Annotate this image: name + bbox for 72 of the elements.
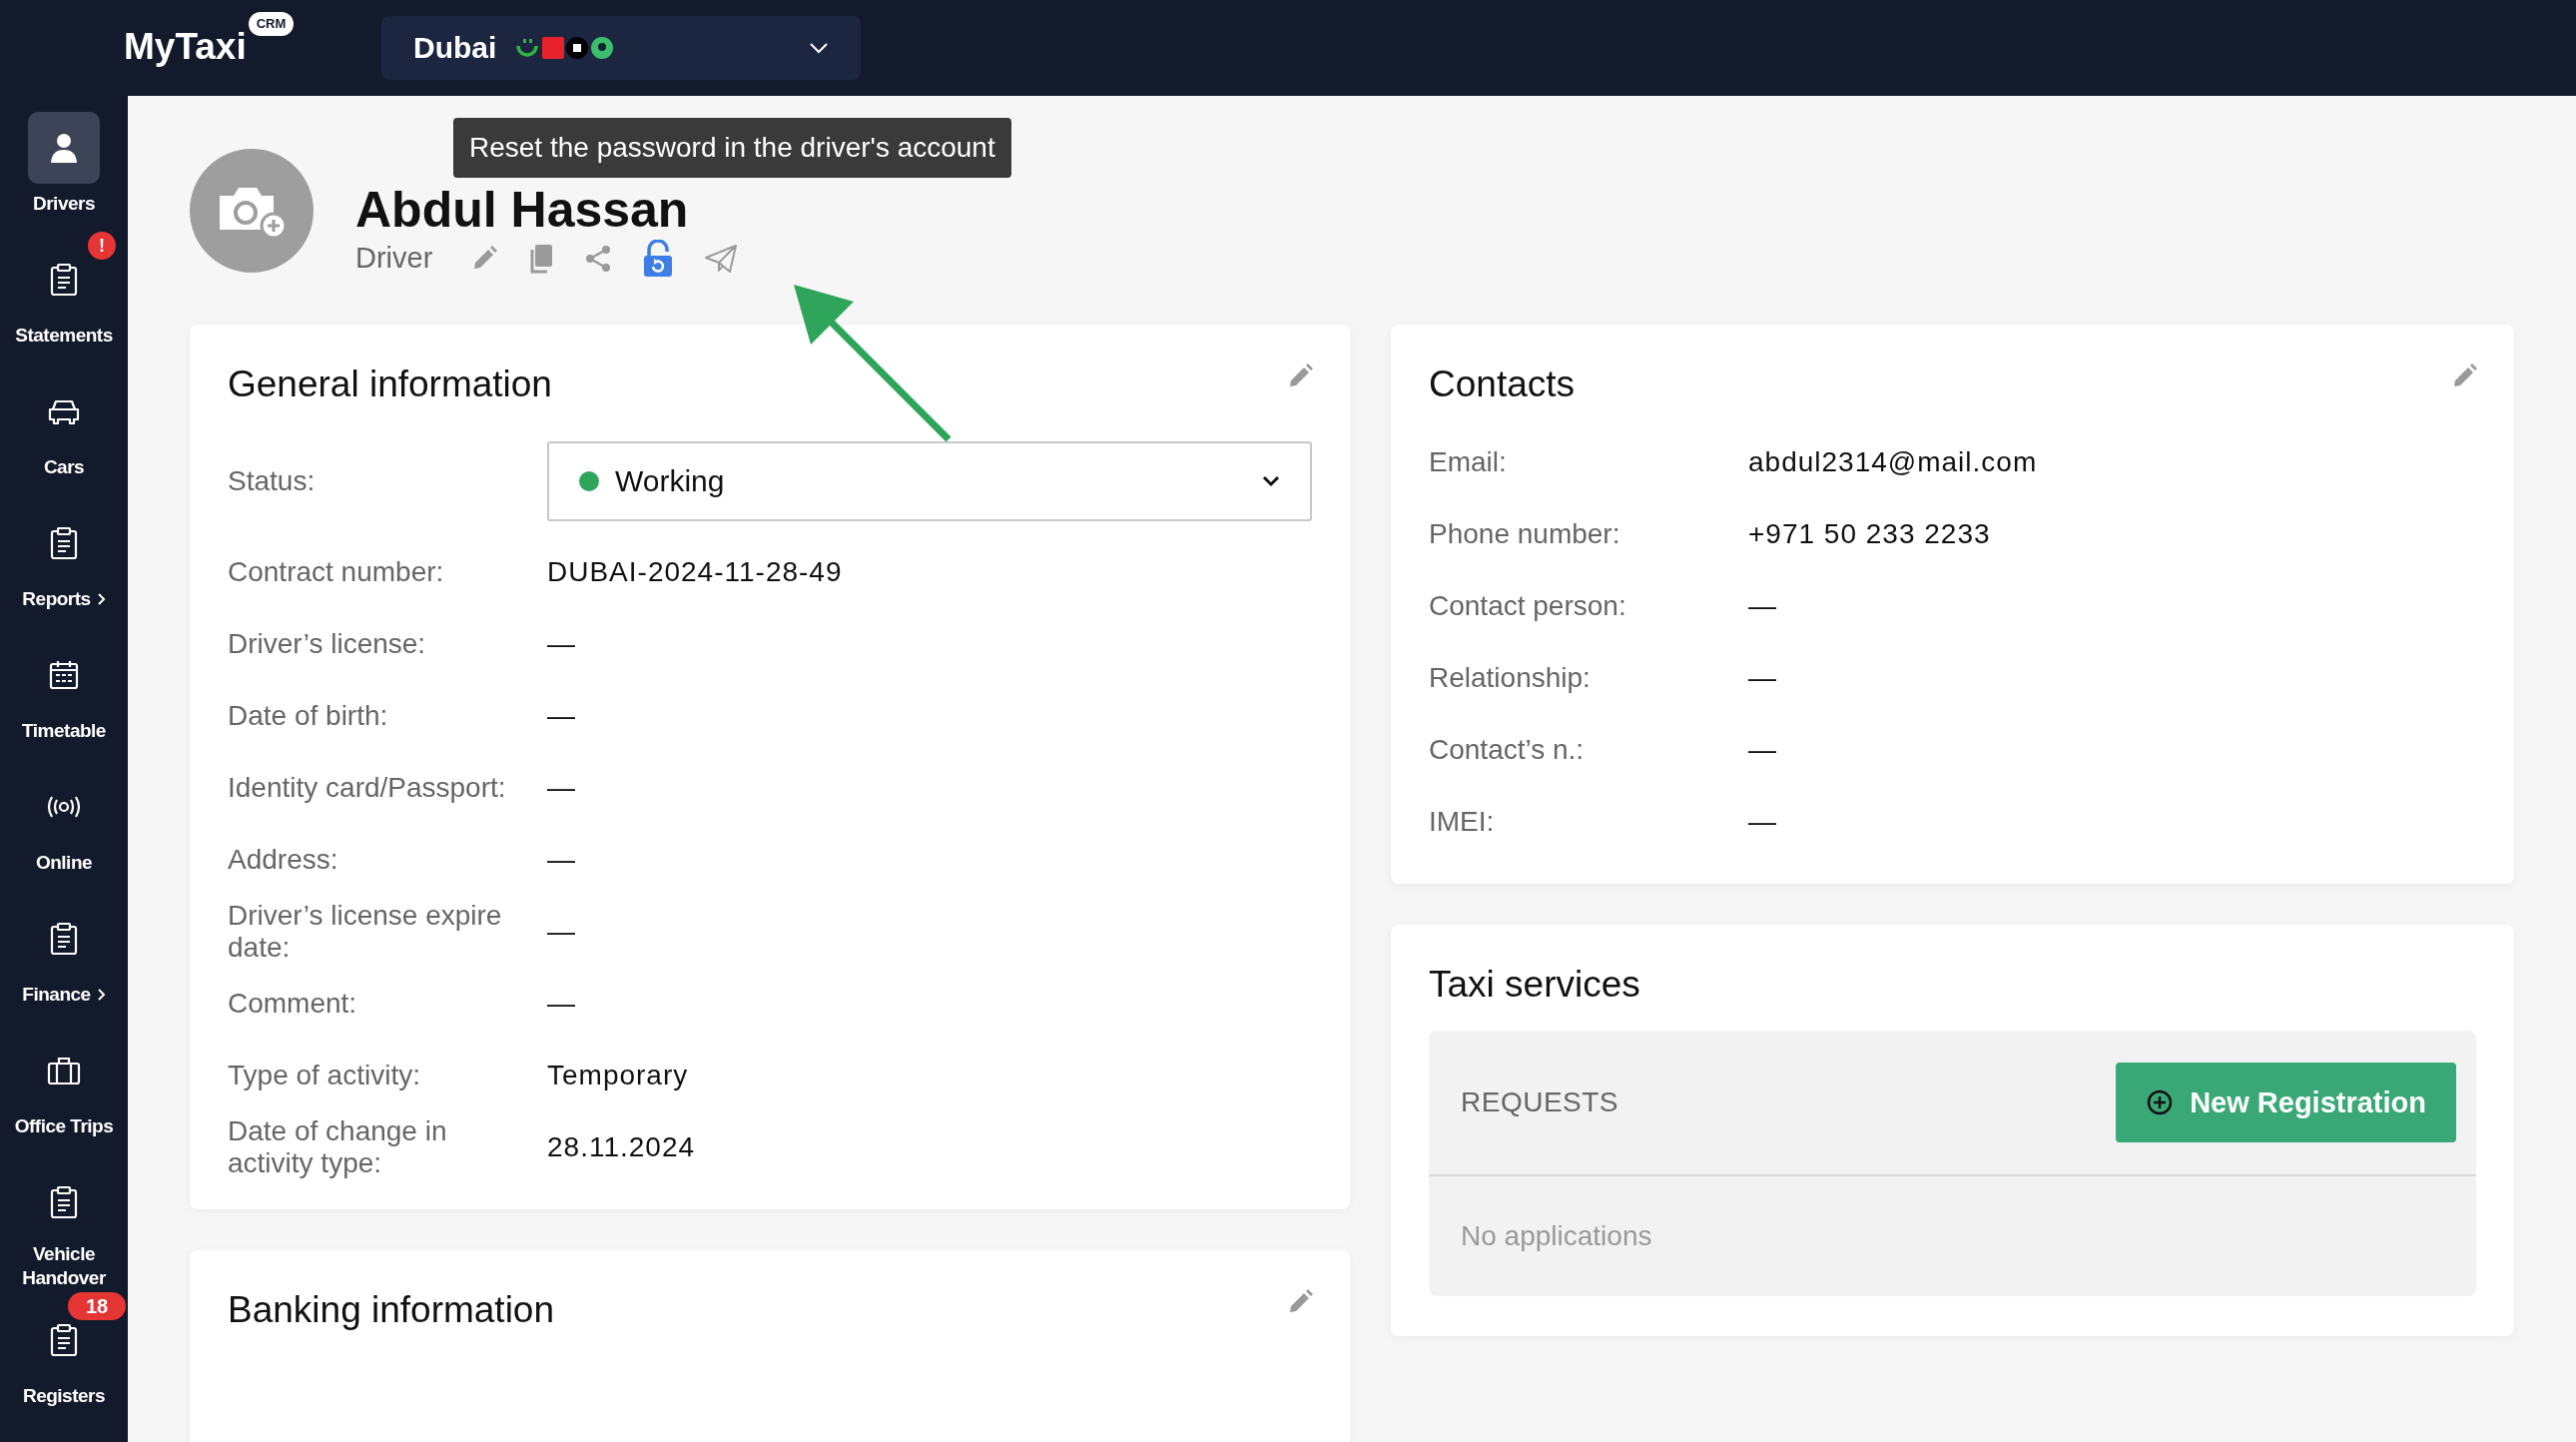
field-label: Date of change in activity type:	[228, 1115, 448, 1179]
plus-circle-icon	[2146, 1088, 2175, 1116]
chevron-down-icon	[809, 42, 829, 54]
clipboard-icon	[50, 263, 78, 297]
notification-badge: 18	[68, 1292, 126, 1320]
field-value: abdul2314@mail.com	[1748, 446, 2038, 478]
nav-item[interactable]: Reports	[0, 493, 128, 625]
field-label: Date of birth:	[228, 700, 389, 732]
nav-item[interactable]: Vehicle Handover	[0, 1152, 128, 1290]
field-value: DUBAI-2024-11-28-49	[547, 556, 843, 588]
chevron-down-icon	[1262, 475, 1280, 487]
field-value: —	[1748, 806, 1777, 838]
field-value: —	[547, 772, 576, 804]
copy-button[interactable]	[528, 243, 555, 274]
card-title: Banking information	[228, 1288, 555, 1332]
field-value: —	[547, 844, 576, 876]
clipboard-icon	[50, 526, 78, 560]
field-label: Type of activity:	[228, 1060, 421, 1091]
field-value: +971 50 233 2233	[1748, 518, 1991, 550]
share-button[interactable]	[584, 244, 613, 273]
nav-item[interactable]: Timetable	[0, 625, 128, 757]
field-value: —	[1748, 734, 1777, 766]
driver-name: Abdul Hassan	[355, 183, 690, 236]
nav-item[interactable]: ! Statements	[0, 230, 128, 361]
field-label: Contract number:	[228, 556, 445, 588]
nav-item[interactable]: Drivers	[0, 98, 128, 230]
briefcase-icon	[47, 1056, 81, 1085]
reset-password-button[interactable]	[642, 239, 675, 278]
card-title: General information	[228, 362, 552, 406]
person-icon	[49, 132, 79, 164]
field-label: Email:	[1429, 446, 1508, 478]
crm-badge: CRM	[248, 12, 295, 36]
field-label: Driver’s license:	[228, 628, 427, 660]
nav-item[interactable]: Office Trips	[0, 1021, 128, 1152]
clipboard-icon	[50, 1185, 78, 1219]
field-label: Address:	[228, 844, 339, 876]
field-label: IMEI:	[1429, 806, 1496, 838]
nav-item[interactable]: Cars	[0, 361, 128, 493]
field-label: Contact’s n.:	[1429, 734, 1586, 766]
field-value: —	[547, 700, 576, 732]
broadcast-icon	[46, 795, 82, 819]
field-value: —	[547, 916, 576, 948]
send-button[interactable]	[704, 243, 739, 274]
field-value: Temporary	[547, 1060, 689, 1091]
notification-badge: !	[88, 232, 116, 260]
field-label: Identity card/Passport:	[228, 772, 507, 804]
field-value: —	[547, 628, 576, 660]
calendar-icon	[48, 659, 80, 691]
field-label: Status:	[228, 465, 317, 497]
field-label: Driver’s license expire date:	[228, 900, 503, 964]
card-title: Contacts	[1429, 362, 1575, 406]
field-label: Comment:	[228, 988, 358, 1020]
city-select[interactable]: Dubai	[381, 16, 861, 80]
field-label: Relationship:	[1429, 662, 1592, 694]
field-value: —	[1748, 590, 1777, 622]
card-title: Taxi services	[1429, 963, 1641, 1007]
status-select[interactable]: Working	[547, 441, 1312, 521]
field-value: —	[547, 988, 576, 1020]
field-label: Phone number:	[1429, 518, 1621, 550]
section-heading: REQUESTS	[1461, 1086, 1619, 1118]
empty-message: No applications	[1460, 1219, 1653, 1253]
field-value: —	[1748, 662, 1777, 694]
driver-role: Driver	[355, 242, 433, 275]
nav-item[interactable]: Online	[0, 757, 128, 889]
clipboard-icon	[50, 1323, 78, 1357]
logo[interactable]: MyTaxi	[124, 26, 247, 68]
field-label: Contact person:	[1429, 590, 1627, 622]
tooltip: Reset the password in the driver's account	[453, 118, 1011, 178]
nav-item[interactable]: Finance	[0, 889, 128, 1021]
field-value: 28.11.2024	[547, 1131, 696, 1163]
nav-item[interactable]: 18 Registers	[0, 1290, 128, 1422]
clipboard-icon	[50, 922, 78, 956]
